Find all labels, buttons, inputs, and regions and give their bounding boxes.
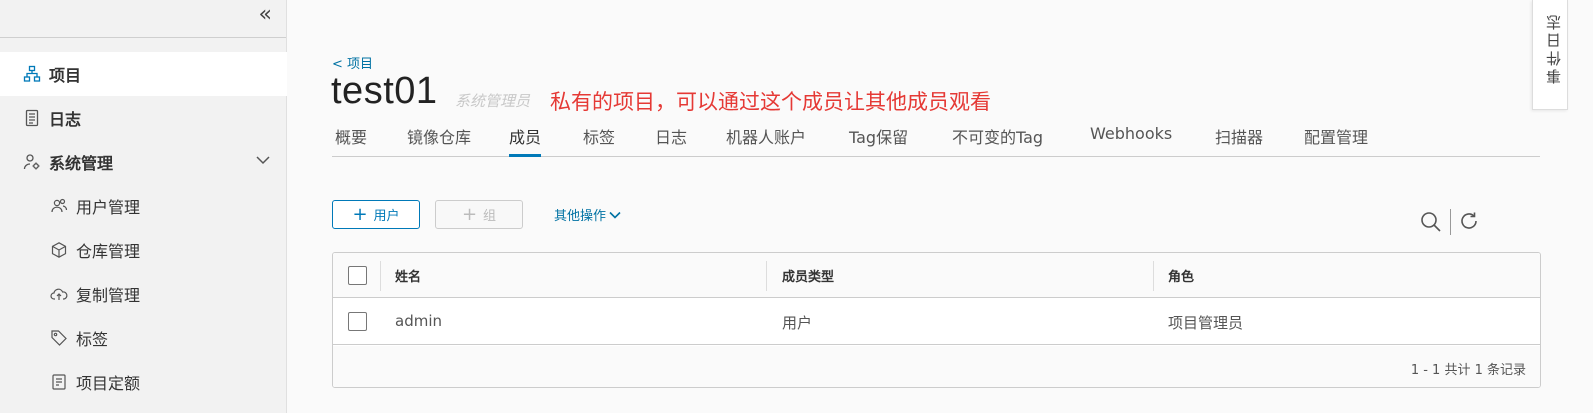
event-log-tab[interactable]: 事件日志 — [1532, 0, 1568, 110]
header-member-type[interactable]: 成员类型 — [782, 266, 834, 285]
header-role[interactable]: 角色 — [1168, 266, 1194, 285]
members-table: 姓名 成员类型 角色 admin 用户 项目管理员 1 - 1 共计 1 条记录 — [332, 252, 1541, 388]
tab-immutable-tags[interactable]: 不可变的Tag — [952, 124, 1043, 157]
event-log-label: 事件日志 — [1545, 12, 1563, 84]
tab-configuration[interactable]: 配置管理 — [1304, 124, 1368, 157]
sidebar-item-label: 系统管理 — [49, 154, 114, 173]
cell-member-type: 用户 — [782, 314, 813, 332]
sidebar-item-project-quotas[interactable]: 项目定额 — [0, 360, 287, 404]
table-row[interactable]: admin 用户 项目管理员 — [333, 298, 1540, 345]
column-divider — [380, 261, 381, 291]
sidebar-item-label: 项目定额 — [76, 374, 141, 393]
chevron-down-icon — [608, 208, 622, 222]
plus-icon: + — [461, 203, 478, 225]
more-actions-label: 其他操作 — [554, 209, 607, 224]
pagination-summary: 1 - 1 共计 1 条记录 — [1410, 363, 1526, 378]
table-footer: 1 - 1 共计 1 条记录 — [333, 346, 1540, 387]
log-icon — [23, 109, 41, 127]
refresh-icon[interactable] — [1458, 210, 1480, 236]
cell-name: admin — [395, 312, 442, 330]
sidebar-item-label: 复制管理 — [76, 286, 141, 305]
cell-role: 项目管理员 — [1168, 314, 1244, 332]
annotation-text: 私有的项目，可以通过这个成员让其他成员观看 — [550, 90, 991, 114]
sidebar: « 项目 日志 系统管理 用户管理 仓库管理 复制管理 标签 项目定额 — [0, 0, 287, 413]
chevron-down-icon[interactable] — [255, 152, 271, 172]
column-divider[interactable] — [766, 261, 767, 291]
add-user-button[interactable]: + 用户 — [332, 200, 420, 229]
column-divider[interactable] — [1153, 261, 1154, 291]
tab-labels[interactable]: 标签 — [583, 124, 615, 157]
sidebar-collapse-bar: « — [0, 0, 286, 38]
sidebar-item-projects[interactable]: 项目 — [0, 52, 287, 96]
sidebar-item-admin[interactable]: 系统管理 — [0, 140, 287, 184]
toolbar-divider — [1450, 209, 1451, 235]
cloud-icon — [50, 285, 68, 303]
role-badge: 系统管理员 — [455, 92, 531, 110]
admin-icon — [23, 153, 41, 171]
table-header: 姓名 成员类型 角色 — [333, 253, 1540, 298]
sidebar-item-label: 仓库管理 — [76, 242, 141, 261]
row-checkbox[interactable] — [348, 312, 367, 331]
tab-members[interactable]: 成员 — [509, 124, 542, 157]
sidebar-item-label: 标签 — [76, 330, 109, 349]
tab-scanners[interactable]: 扫描器 — [1215, 124, 1263, 157]
collapse-sidebar-icon[interactable]: « — [259, 4, 272, 26]
tab-logs[interactable]: 日志 — [655, 124, 687, 157]
tab-robot-accounts[interactable]: 机器人账户 — [726, 124, 806, 157]
header-name[interactable]: 姓名 — [395, 266, 421, 285]
users-icon — [50, 197, 68, 215]
quota-icon — [50, 373, 68, 391]
add-group-button[interactable]: + 组 — [435, 200, 523, 229]
select-all-checkbox[interactable] — [348, 266, 367, 285]
tab-summary[interactable]: 概要 — [335, 124, 367, 157]
sidebar-item-registry-management[interactable]: 仓库管理 — [0, 228, 287, 272]
sidebar-item-label: 项目 — [49, 66, 82, 85]
plus-icon: + — [352, 203, 368, 225]
sidebar-item-label: 用户管理 — [76, 198, 141, 217]
add-user-label: 用户 — [373, 209, 400, 224]
sidebar-item-logs[interactable]: 日志 — [0, 96, 287, 140]
tab-tag-retention[interactable]: Tag保留 — [849, 124, 908, 157]
page-title: test01 — [331, 70, 438, 112]
tab-webhooks[interactable]: Webhooks — [1090, 124, 1172, 157]
add-group-label: 组 — [483, 209, 497, 224]
project-icon — [23, 65, 41, 83]
main-content: < 项目 test01 系统管理员 私有的项目，可以通过这个成员让其他成员观看 … — [288, 0, 1593, 413]
sidebar-item-user-management[interactable]: 用户管理 — [0, 184, 287, 228]
sidebar-item-label: 日志 — [49, 110, 82, 129]
tag-icon — [50, 329, 68, 347]
sidebar-item-labels[interactable]: 标签 — [0, 316, 287, 360]
tab-repositories[interactable]: 镜像仓库 — [407, 124, 471, 157]
cube-icon — [50, 241, 68, 259]
tab-bar: 概要 镜像仓库 成员 标签 日志 机器人账户 Tag保留 不可变的Tag Web… — [332, 118, 1540, 157]
sidebar-item-replication-management[interactable]: 复制管理 — [0, 272, 287, 316]
more-actions-dropdown[interactable]: 其他操作 — [554, 205, 622, 224]
search-icon[interactable] — [1419, 210, 1443, 238]
